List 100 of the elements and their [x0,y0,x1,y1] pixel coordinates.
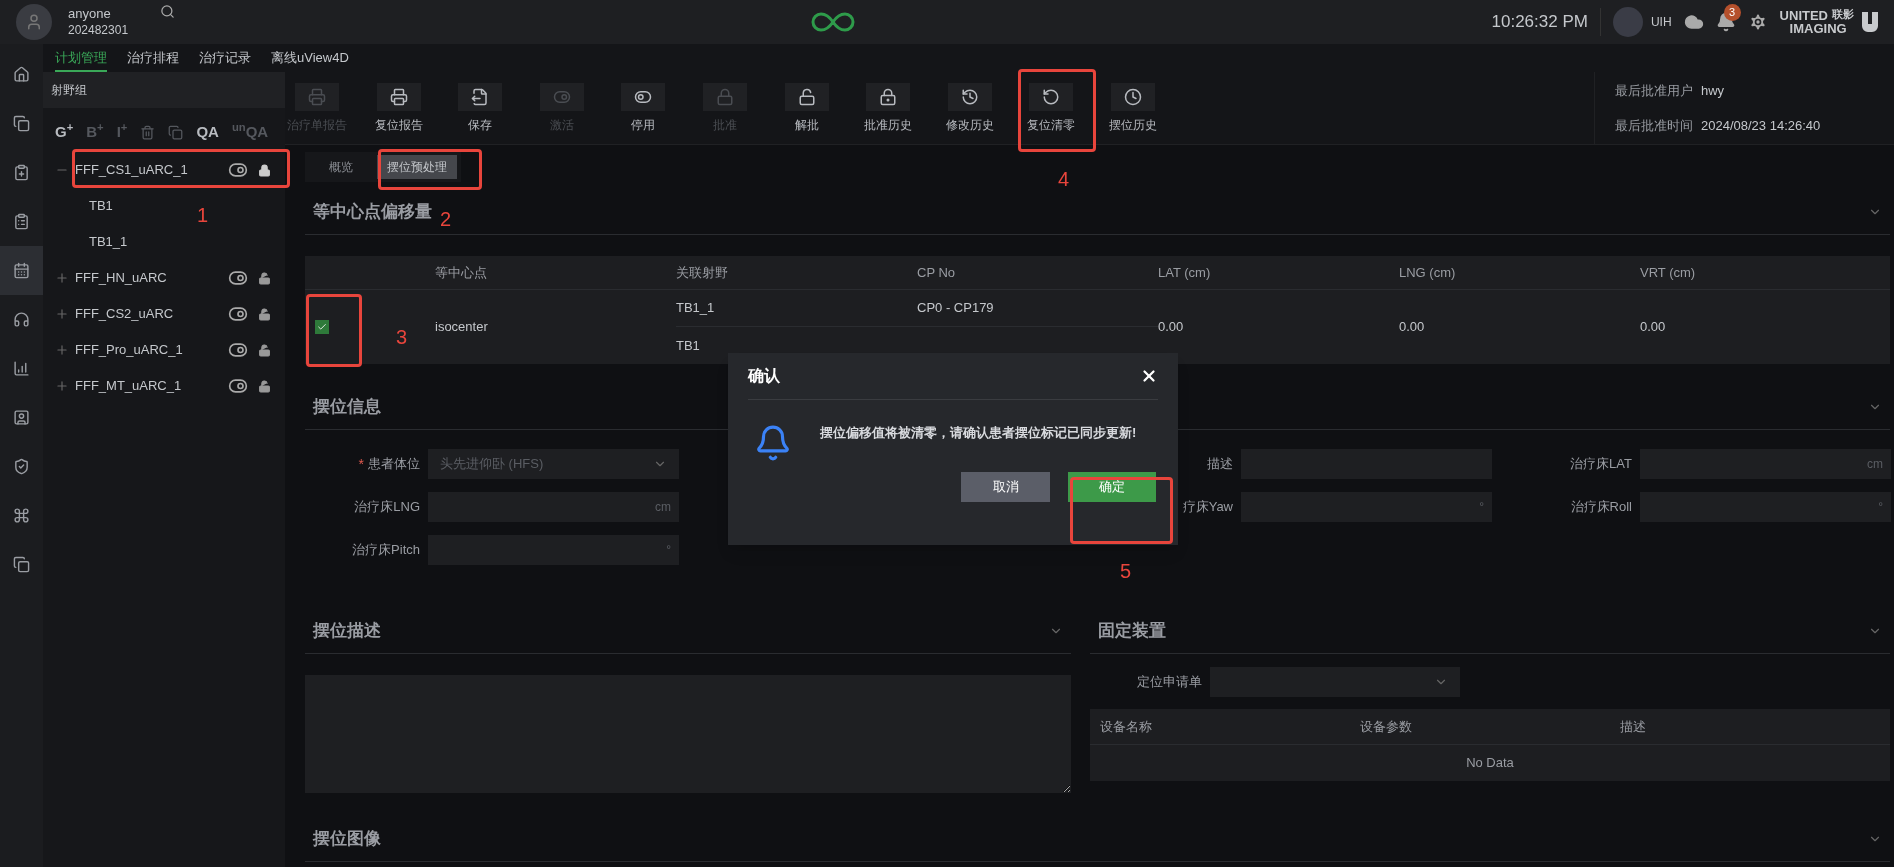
check-icon [317,322,327,332]
nav-tab[interactable]: 离线uView4D [271,47,349,72]
field-label: 描述 [1207,455,1233,474]
toggle-icon[interactable] [228,268,248,288]
history-icon [960,87,979,106]
lock-icon[interactable] [258,163,271,177]
row-checkbox[interactable] [315,320,329,334]
approval-value: 2024/08/23 14:26:40 [1701,117,1821,135]
table-cell-text: TB1 [676,336,701,355]
column-header: 描述 [1620,717,1647,736]
section-header[interactable]: 摆位图像 [305,816,1890,862]
field-label: 定位申请单 [1136,673,1203,692]
shield-check-icon [13,458,30,475]
tool-button[interactable]: QA [196,120,219,144]
nav-tab[interactable]: 治疗记录 [199,47,251,72]
tool-button[interactable]: G$^{+}$ [55,120,74,144]
section-title: 等中心点偏移量 [313,200,432,223]
brand-mark-icon [1862,12,1878,32]
callout-number: 1 [197,203,209,228]
column-header: LNG (cm) [1399,263,1457,282]
clock-time: 10:26:32 PM [1491,11,1588,34]
callout-number: 2 [440,207,452,232]
confirm-button[interactable]: 确定 [1068,472,1156,502]
callout-number: 4 [1058,167,1070,192]
toolbar-button[interactable]: 停用 [611,82,676,134]
dialog-title: 确认 [748,366,780,386]
field-label: 患者体位 [368,455,420,474]
unlock-icon[interactable] [258,271,271,285]
clipboard-icon [13,213,30,230]
brand-name: 联影 [1832,9,1854,22]
toggle-icon[interactable] [228,304,248,324]
tree-item[interactable]: FFF_MT_uARC_1 [43,368,285,404]
toolbar-button[interactable]: 批准历史 [856,82,921,134]
toggle-icon[interactable] [228,376,248,396]
field-label: 疗床Yaw [1182,498,1233,517]
column-header: LAT (cm) [1158,263,1212,282]
section-header[interactable]: 摆位描述 [305,608,1071,654]
toolbar-button[interactable]: 修改历史 [937,82,1002,134]
headphones-icon [13,311,30,328]
lock-icon [879,87,898,106]
toolbar-button[interactable]: 摆位历史 [1100,82,1165,134]
field-label: 治疗床Roll [1570,498,1632,517]
windows-icon [13,115,30,132]
user-avatar[interactable] [16,4,52,40]
section-header[interactable]: 固定装置 [1090,608,1890,654]
panel-title: 射野组 [51,82,87,99]
table-cell-text: 0.00 [1399,318,1426,337]
sub-tab[interactable]: 概览 [309,155,373,179]
section-title: 摆位描述 [313,619,381,642]
lock-icon [715,87,734,106]
toolbar-button[interactable]: 复位报告 [366,82,431,134]
callout-number: 5 [1120,559,1132,584]
clipboard-plus-icon [13,164,30,181]
file-export-icon [471,87,490,106]
toolbar-button[interactable]: 复位清零 [1019,82,1084,134]
sub-tab[interactable]: 摆位预处理 [377,155,457,179]
tree-item[interactable]: FFF_CS2_uARC [43,296,285,332]
nav-tab[interactable]: 治疗排程 [127,47,179,72]
search-icon[interactable] [160,4,176,19]
column-header: 等中心点 [435,263,488,282]
tree-item[interactable]: TB1 [89,196,113,216]
section-title: 摆位信息 [313,395,381,418]
user-name: anyone [68,6,112,23]
toolbar-button[interactable]: 保存 [448,82,513,134]
account-name: UIH [1650,14,1672,31]
tree-item[interactable]: FFF_Pro_uARC_1 [43,332,285,368]
table-cell-text: 0.00 [1640,318,1667,337]
description-field[interactable] [305,675,1071,793]
close-icon[interactable] [1140,367,1158,385]
table-cell-text: isocenter [435,318,489,337]
approval-value: hwy [1701,81,1725,100]
brand-name: UNITED [1779,9,1828,22]
cloud-icon[interactable] [1683,12,1704,32]
reset-icon [1042,87,1061,106]
approval-label: 最后批准时间 [1615,117,1693,135]
unlock-icon [797,87,816,106]
column-header: VRT (cm) [1640,263,1697,282]
toggle-icon[interactable] [228,160,248,180]
column-header: 关联射野 [676,263,729,282]
unlock-icon[interactable] [258,379,271,393]
tree-item[interactable]: TB1_1 [89,232,128,252]
bar-chart-icon [13,360,30,377]
approval-label: 最后批准用户 [1615,81,1693,100]
house-icon [13,66,30,83]
printer-icon [308,87,326,106]
tree-item[interactable]: FFF_CS1_uARC_1 [43,152,285,188]
field-label: 治疗床LAT [1570,455,1632,474]
column-header: 设备参数 [1360,717,1413,736]
unlock-icon[interactable] [258,307,271,321]
required-mark: * [358,455,364,474]
section-title: 固定装置 [1098,619,1166,642]
windows-icon [13,556,30,573]
logo-icon [811,10,856,34]
unlock-icon[interactable] [258,343,271,357]
tree-item[interactable]: FFF_HN_uARC [43,260,285,296]
command-icon [13,507,30,524]
toolbar-button[interactable]: 解批 [774,82,839,134]
cancel-button[interactable]: 取消 [961,472,1050,502]
calendar-icon [13,262,30,279]
toggle-icon[interactable] [228,340,248,360]
